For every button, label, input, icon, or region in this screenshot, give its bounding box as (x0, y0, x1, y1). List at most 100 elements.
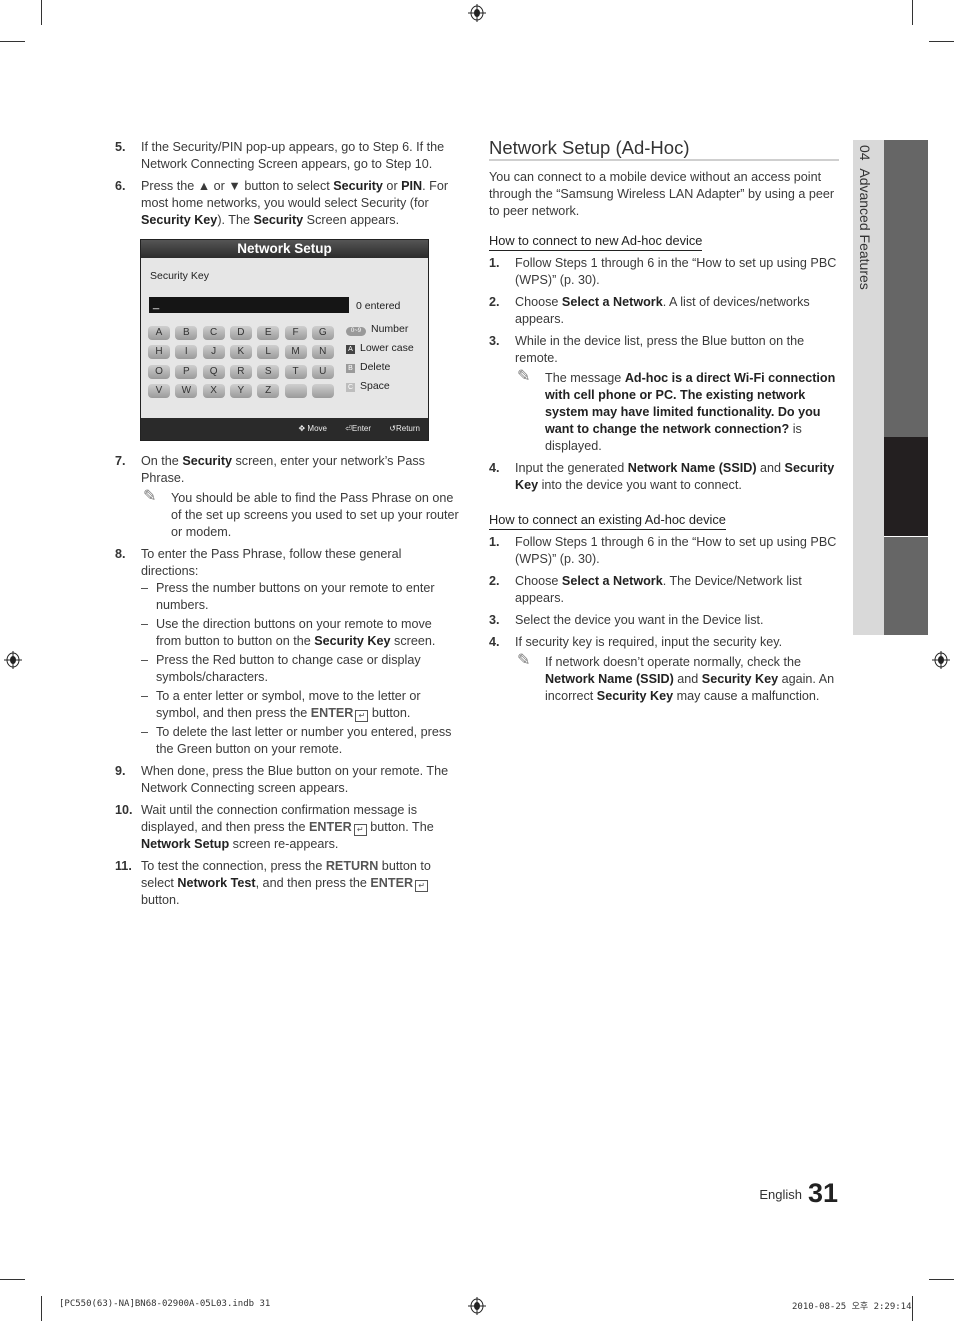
key-o[interactable]: O (148, 364, 170, 379)
key-e[interactable]: E (257, 326, 280, 340)
pencil-note-icon: ✎ (517, 652, 531, 669)
key-blank[interactable] (311, 383, 334, 398)
button-name: ENTER (310, 706, 354, 720)
note: ✎ You should be able to find the Pass Phr… (141, 488, 460, 541)
list-item: 3. While in the device list, press the Bl… (489, 333, 839, 455)
key-v[interactable]: V (148, 383, 170, 398)
key-l[interactable]: L (257, 345, 280, 360)
key-i[interactable]: I (175, 345, 198, 360)
key-r[interactable]: R (229, 364, 252, 379)
move-icon: ✥ (298, 424, 306, 433)
key-f[interactable]: F (284, 326, 307, 340)
dash-bullet: – (141, 581, 149, 595)
dash-bullet: – (141, 617, 149, 631)
step-number: 2. (489, 574, 500, 588)
list-item: 10. Wait until the connection confirmatio… (115, 802, 460, 853)
chapter-tab-active-block (884, 437, 928, 536)
bold-term: Network Test (177, 876, 256, 890)
note: ✎ If network doesn’t operate normally, ch… (515, 652, 839, 705)
key-s[interactable]: S (257, 364, 280, 379)
key-a[interactable]: A (148, 326, 170, 340)
note-text: The message Ad-hoc is a direct Wi-Fi con… (545, 371, 836, 453)
step-number: 6. (115, 179, 126, 193)
return-hint: ↺Return (389, 424, 420, 433)
sub-list-item: – To delete the last letter or number you… (141, 724, 460, 758)
bold-term: Network Name (SSID) (545, 672, 674, 686)
sub-list-item: – Use the direction buttons on your remot… (141, 616, 460, 650)
key-d[interactable]: D (229, 326, 252, 340)
subsection: How to connect to new Ad-hoc device 1. Fol… (489, 220, 839, 494)
key-m[interactable]: M (284, 345, 307, 360)
registration-mark-icon (4, 651, 22, 669)
key-w[interactable]: W (175, 383, 198, 398)
key-z[interactable]: Z (257, 383, 280, 398)
color-button-icon: A (346, 345, 355, 354)
security-key-input[interactable]: _ (149, 297, 349, 313)
bold-term: Select a Network (561, 295, 663, 309)
sub-list-text: Press the number buttons on your remote … (156, 581, 435, 612)
registration-mark-icon (468, 1297, 486, 1315)
key-k[interactable]: K (229, 345, 252, 360)
key-y[interactable]: Y (229, 383, 252, 398)
list-item: 3. Select the device you want in the Devi… (489, 612, 839, 629)
list-item: 9. When done, press the Blue button on yo… (115, 763, 460, 797)
key-x[interactable]: X (202, 383, 225, 398)
key-q[interactable]: Q (202, 364, 225, 379)
legend-lower-case: A Lower case (346, 342, 414, 354)
note: ✎ The message Ad-hoc is a direct Wi-Fi co… (515, 368, 839, 455)
key-h[interactable]: H (148, 345, 170, 360)
sub-list-text: To a enter letter or symbol, move to the… (156, 689, 421, 722)
step-number: 1. (489, 256, 500, 270)
button-name: ENTER (309, 820, 352, 834)
number-button-icon: 0~9 (346, 327, 366, 336)
return-icon: ↺ (389, 424, 396, 433)
list-item: 8. To enter the Pass Phrase, follow these… (115, 546, 460, 758)
print-slug-file: [PC550(63)-NA]BN68-02900A-05L03.indb 31 (59, 1299, 271, 1309)
enter-hint: ⏎Enter (345, 424, 372, 433)
chapter-label: 04 Advanced Features (857, 145, 873, 290)
step-text: Select the device you want in the Device… (515, 613, 764, 627)
right-column: Network Setup (Ad-Hoc) You can connect t… (489, 138, 839, 710)
key-b[interactable]: B (175, 326, 198, 340)
key-t[interactable]: T (284, 364, 307, 379)
enter-icon: ⏎ (345, 424, 352, 433)
list-item: 1. Follow Steps 1 through 6 in the “How t… (489, 534, 839, 568)
chapter-tab-block (884, 537, 928, 635)
step-number: 2. (489, 295, 500, 309)
crop-mark (929, 1279, 954, 1280)
page-number: 31 (807, 1178, 838, 1208)
print-slug-timestamp: 2010-08-25 오후 2:29:14 (792, 1302, 912, 1312)
step-text: Press the ▲ or ▼ button to select Securi… (141, 179, 449, 227)
pencil-note-icon: ✎ (143, 488, 157, 505)
key-j[interactable]: J (202, 345, 225, 360)
step-number: 4. (489, 461, 500, 475)
enter-icon: ↵ (353, 824, 367, 836)
bold-term: Network Setup (141, 837, 230, 851)
bold-term: Security (253, 213, 304, 227)
key-n[interactable]: N (311, 345, 334, 360)
key-g[interactable]: G (311, 326, 334, 340)
key-u[interactable]: U (311, 364, 334, 379)
key-p[interactable]: P (175, 364, 198, 379)
bold-term: Security Key (701, 672, 779, 686)
entered-count: 0 entered (356, 300, 401, 312)
crop-mark (0, 1279, 25, 1280)
step-text: Follow Steps 1 through 6 in the “How to … (515, 535, 837, 566)
sub-list-item: – Press the Red button to change case or … (141, 652, 460, 686)
step-number: 3. (489, 613, 500, 627)
list-item: 11. To test the connection, press the RET… (115, 858, 460, 909)
enter-icon: ↵ (355, 710, 369, 722)
bold-term: PIN (401, 179, 423, 193)
language-label: English (759, 1187, 802, 1202)
step-text: To enter the Pass Phrase, follow these g… (141, 547, 402, 578)
key-blank[interactable] (284, 383, 307, 398)
bold-term: Security Key (596, 689, 674, 703)
step-text: Input the generated Network Name (SSID) … (515, 461, 835, 492)
step-text: Wait until the connection confirmation m… (141, 803, 434, 851)
key-c[interactable]: C (202, 326, 225, 340)
crop-mark (41, 1296, 42, 1321)
sub-list-text: To delete the last letter or number you … (156, 725, 452, 756)
legend-delete: B Delete (346, 361, 390, 373)
section-title: Network Setup (Ad-Hoc) (489, 138, 839, 161)
dash-bullet: – (141, 653, 149, 667)
